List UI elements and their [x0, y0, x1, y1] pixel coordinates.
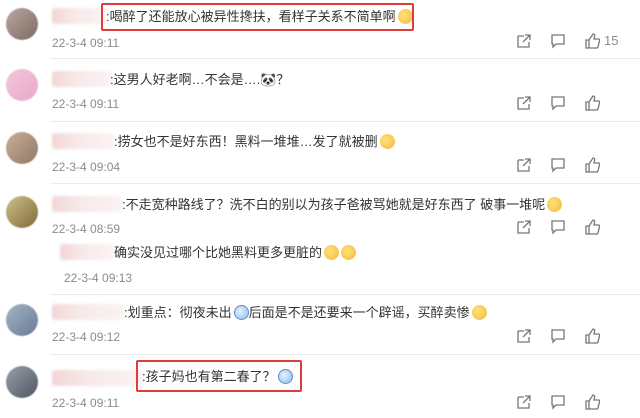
username-blurred[interactable] [52, 196, 122, 212]
username-blurred[interactable] [52, 71, 112, 87]
username-blurred[interactable] [52, 133, 114, 149]
thumbs-up-icon[interactable] [584, 95, 600, 111]
like-count: 15 [604, 33, 619, 48]
reply-text: 确实没见过哪个比她黑料更多更脏的 [114, 244, 357, 262]
thumbs-up-icon[interactable] [584, 33, 600, 49]
comment-text: :捞女也不是好东西！黑料一堆堆…发了就被删 [114, 133, 395, 151]
comment-icon[interactable] [550, 95, 566, 111]
comment-actions [516, 219, 626, 237]
avatar[interactable] [6, 304, 38, 336]
emoji-icon [379, 134, 395, 149]
timestamp: 22-3-4 09:04 [52, 160, 121, 174]
username-blurred[interactable] [52, 304, 124, 320]
comment-actions [516, 328, 626, 346]
share-icon[interactable] [516, 219, 532, 235]
divider [50, 294, 640, 295]
timestamp: 22-3-4 09:12 [52, 330, 121, 344]
timestamp: 22-3-4 09:11 [52, 36, 120, 50]
divider [50, 183, 640, 184]
emoji-icon [341, 245, 357, 260]
comment-text: :划重点：彻夜未出 后面是不是还要来一个辟谣，买醉卖惨 [124, 304, 487, 322]
thumbs-up-icon[interactable] [584, 157, 600, 173]
comment-icon[interactable] [550, 219, 566, 235]
share-icon[interactable] [516, 157, 532, 173]
comment-actions [516, 394, 626, 412]
emoji-icon [324, 245, 340, 260]
share-icon[interactable] [516, 33, 532, 49]
comment-actions: 15 [516, 33, 626, 51]
divider [50, 354, 640, 355]
highlight-box [136, 360, 302, 392]
timestamp: 22-3-4 08:59 [52, 222, 121, 236]
avatar[interactable] [6, 132, 38, 164]
comment-icon[interactable] [550, 157, 566, 173]
username-blurred[interactable] [60, 244, 114, 260]
username-blurred[interactable] [52, 370, 144, 386]
emoji-icon [547, 197, 563, 212]
timestamp: 22-3-4 09:11 [52, 97, 120, 111]
avatar[interactable] [6, 196, 38, 228]
highlight-box [101, 3, 414, 31]
avatar[interactable] [6, 8, 38, 40]
thumbs-up-icon[interactable] [584, 328, 600, 344]
comment-icon[interactable] [550, 328, 566, 344]
divider [50, 58, 640, 59]
share-icon[interactable] [516, 95, 532, 111]
avatar[interactable] [6, 366, 38, 398]
share-icon[interactable] [516, 394, 532, 410]
emoji-icon [471, 305, 487, 320]
comment-text: :这男人好老啊…不会是….🐼？ [110, 72, 290, 87]
avatar[interactable] [6, 69, 38, 101]
comment-icon[interactable] [550, 394, 566, 410]
timestamp: 22-3-4 09:13 [64, 271, 133, 285]
emoji-icon [233, 305, 249, 320]
timestamp: 22-3-4 09:11 [52, 396, 120, 410]
comment-actions [516, 95, 626, 113]
thumbs-up-icon[interactable] [584, 219, 600, 235]
thumbs-up-icon[interactable] [584, 394, 600, 410]
comment-text: :不走宽种路线了？洗不白的别以为孩子爸被骂她就是好东西了 破事一堆呢 [122, 196, 563, 214]
username-blurred[interactable] [52, 8, 106, 24]
share-icon[interactable] [516, 328, 532, 344]
comment-icon[interactable] [550, 33, 566, 49]
divider [50, 121, 640, 122]
comment-actions [516, 157, 626, 175]
